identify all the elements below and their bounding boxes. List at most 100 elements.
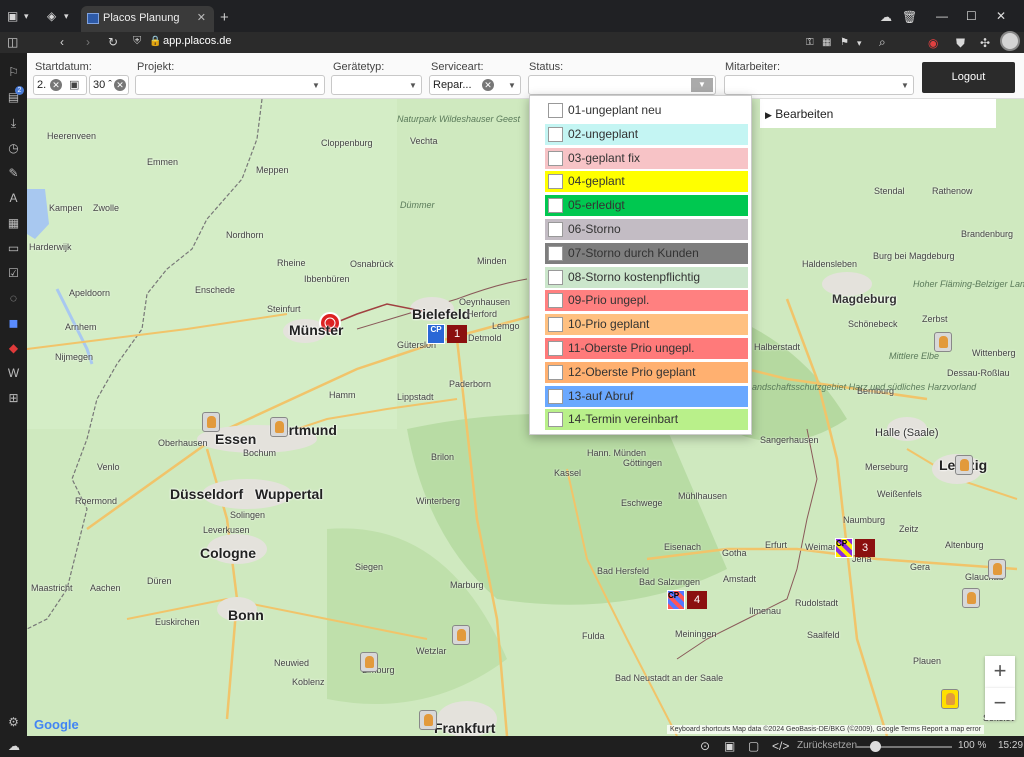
status-checkbox[interactable]: [548, 293, 563, 309]
menu-chevron-icon[interactable]: ▾: [24, 9, 29, 23]
technician-marker[interactable]: [419, 710, 437, 730]
status-checkbox[interactable]: [548, 317, 563, 333]
geraetetyp-select[interactable]: ▼: [331, 75, 422, 95]
start-date-field[interactable]: 2. ✕ ▣: [33, 75, 87, 95]
back-icon[interactable]: ‹: [60, 35, 64, 49]
serviceart-clear-icon[interactable]: ✕: [482, 79, 494, 91]
bookmarks-panel-icon[interactable]: ⚐: [6, 65, 21, 80]
status-option[interactable]: 10-Prio geplant: [545, 314, 748, 336]
notes-icon[interactable]: ✎: [6, 166, 21, 181]
status-option[interactable]: 03-geplant fix: [545, 147, 748, 169]
status-option[interactable]: 04-geplant: [545, 171, 748, 193]
webpanel-blue-icon[interactable]: ◼: [6, 316, 21, 331]
add-panel-icon[interactable]: ⊞: [6, 391, 21, 406]
status-option[interactable]: 14-Termin vereinbart: [545, 409, 748, 431]
page-actions-icon[interactable]: </>: [772, 739, 789, 753]
search-icon[interactable]: ⌕: [879, 35, 886, 49]
trash-icon[interactable]: 🗑: [902, 10, 917, 24]
bookmark-icon[interactable]: ⚑: [840, 36, 849, 50]
image-icon[interactable]: ▣: [724, 739, 735, 753]
technician-marker[interactable]: [452, 625, 470, 645]
extension-red-icon[interactable]: ◉: [928, 36, 938, 50]
zoom-slider-handle[interactable]: [870, 741, 881, 752]
extension-shield-icon[interactable]: ⛊: [956, 36, 965, 50]
new-tab-icon[interactable]: +: [220, 9, 229, 26]
translate-icon[interactable]: A: [6, 191, 21, 206]
status-checkbox[interactable]: [548, 245, 563, 261]
technician-marker[interactable]: [202, 412, 220, 432]
technician-marker[interactable]: [941, 689, 959, 709]
projekt-select[interactable]: ▼: [135, 75, 325, 95]
history-icon[interactable]: ◷: [6, 141, 21, 156]
disclosure-triangle-icon[interactable]: ▶: [765, 110, 772, 120]
status-checkbox[interactable]: [548, 341, 563, 356]
key-icon[interactable]: ⚿: [806, 36, 814, 50]
serviceart-select[interactable]: Repar... ✕ ▼: [429, 75, 521, 95]
status-option[interactable]: 13-auf Abruf: [545, 385, 748, 407]
status-checkbox[interactable]: [548, 150, 563, 166]
status-checkbox[interactable]: [548, 222, 563, 237]
technician-marker[interactable]: [270, 417, 288, 437]
mitarbeiter-select[interactable]: ▼: [724, 75, 914, 95]
zoom-reset-button[interactable]: Zurücksetzen: [797, 740, 857, 751]
map-attribution[interactable]: Keyboard shortcuts Map data ©2024 GeoBas…: [667, 725, 984, 734]
status-select[interactable]: ▼: [528, 75, 716, 95]
job-count-badge[interactable]: 4: [687, 591, 707, 609]
map-view[interactable]: Münster Bielefeld Essen Dortmund Düsseld…: [27, 99, 1024, 736]
tab-close-icon[interactable]: ✕: [197, 11, 206, 24]
qr-icon[interactable]: ▦: [822, 36, 831, 50]
status-checkbox[interactable]: [548, 174, 563, 190]
logout-button[interactable]: Logout: [922, 62, 1015, 93]
status-option[interactable]: 05-erledigt: [545, 195, 748, 217]
end-date-field[interactable]: 30 ˆ ✕: [89, 75, 129, 95]
job-marker[interactable]: CP: [427, 324, 445, 344]
job-marker[interactable]: CP: [835, 538, 853, 558]
status-option[interactable]: 06-Storno: [545, 219, 748, 240]
tiling-icon[interactable]: ▢: [748, 739, 759, 753]
tab-stack-icon[interactable]: ◈: [47, 9, 56, 23]
job-count-badge[interactable]: 3: [855, 539, 875, 557]
status-option[interactable]: 01-ungeplant neu: [545, 100, 748, 121]
technician-marker[interactable]: [360, 652, 378, 672]
downloads-icon[interactable]: ⤓: [6, 116, 21, 131]
maximize-icon[interactable]: ☐: [966, 9, 977, 23]
settings-icon[interactable]: ⚙: [6, 715, 21, 730]
technician-marker[interactable]: [988, 559, 1006, 579]
bookmark-chevron-icon[interactable]: ▾: [857, 36, 862, 50]
job-count-badge[interactable]: 1: [447, 325, 467, 343]
status-chevron-icon[interactable]: ▼: [691, 78, 713, 92]
technician-marker[interactable]: [934, 332, 952, 352]
bearbeiten-panel[interactable]: ▶ Bearbeiten: [760, 99, 996, 128]
technician-marker[interactable]: [955, 455, 973, 475]
calendar-picker-icon[interactable]: ▣: [69, 78, 79, 91]
minimize-icon[interactable]: —: [936, 9, 948, 23]
status-checkbox[interactable]: [548, 198, 563, 214]
status-option[interactable]: 08-Storno kostenpflichtig: [545, 266, 748, 288]
status-option[interactable]: 02-ungeplant: [545, 123, 748, 145]
status-checkbox[interactable]: [548, 412, 563, 428]
tab-stack-chevron-icon[interactable]: ▾: [64, 9, 69, 23]
feed-icon[interactable]: ▭: [6, 241, 21, 256]
profile-avatar[interactable]: [1000, 31, 1020, 51]
reload-icon[interactable]: ↻: [108, 35, 118, 49]
status-option[interactable]: 11-Oberste Prio ungepl.: [545, 338, 748, 359]
calendar-icon[interactable]: ▦: [6, 216, 21, 231]
cloud-icon[interactable]: ☁: [880, 10, 892, 24]
chat-icon[interactable]: ◌: [6, 291, 21, 306]
status-checkbox[interactable]: [548, 126, 563, 142]
status-checkbox[interactable]: [548, 388, 563, 404]
url-field[interactable]: ⛨ 🔒 app.placos.de: [133, 34, 868, 51]
extensions-puzzle-icon[interactable]: ✣: [980, 36, 990, 50]
vivaldi-panel-icon[interactable]: ◆: [6, 341, 21, 356]
zoom-in-button[interactable]: +: [985, 656, 1015, 688]
job-marker[interactable]: CP: [667, 590, 685, 610]
forward-icon[interactable]: ›: [86, 35, 90, 49]
status-option[interactable]: 12-Oberste Prio geplant: [545, 361, 748, 383]
status-checkbox[interactable]: [548, 364, 563, 380]
sync-cloud-icon[interactable]: ☁: [8, 739, 20, 753]
tasks-icon[interactable]: ☑: [6, 266, 21, 281]
technician-marker[interactable]: [962, 588, 980, 608]
vivaldi-menu-icon[interactable]: ▣: [7, 9, 18, 23]
active-tab[interactable]: Placos Planung ✕: [81, 6, 214, 32]
capture-icon[interactable]: ⊙: [700, 739, 710, 753]
